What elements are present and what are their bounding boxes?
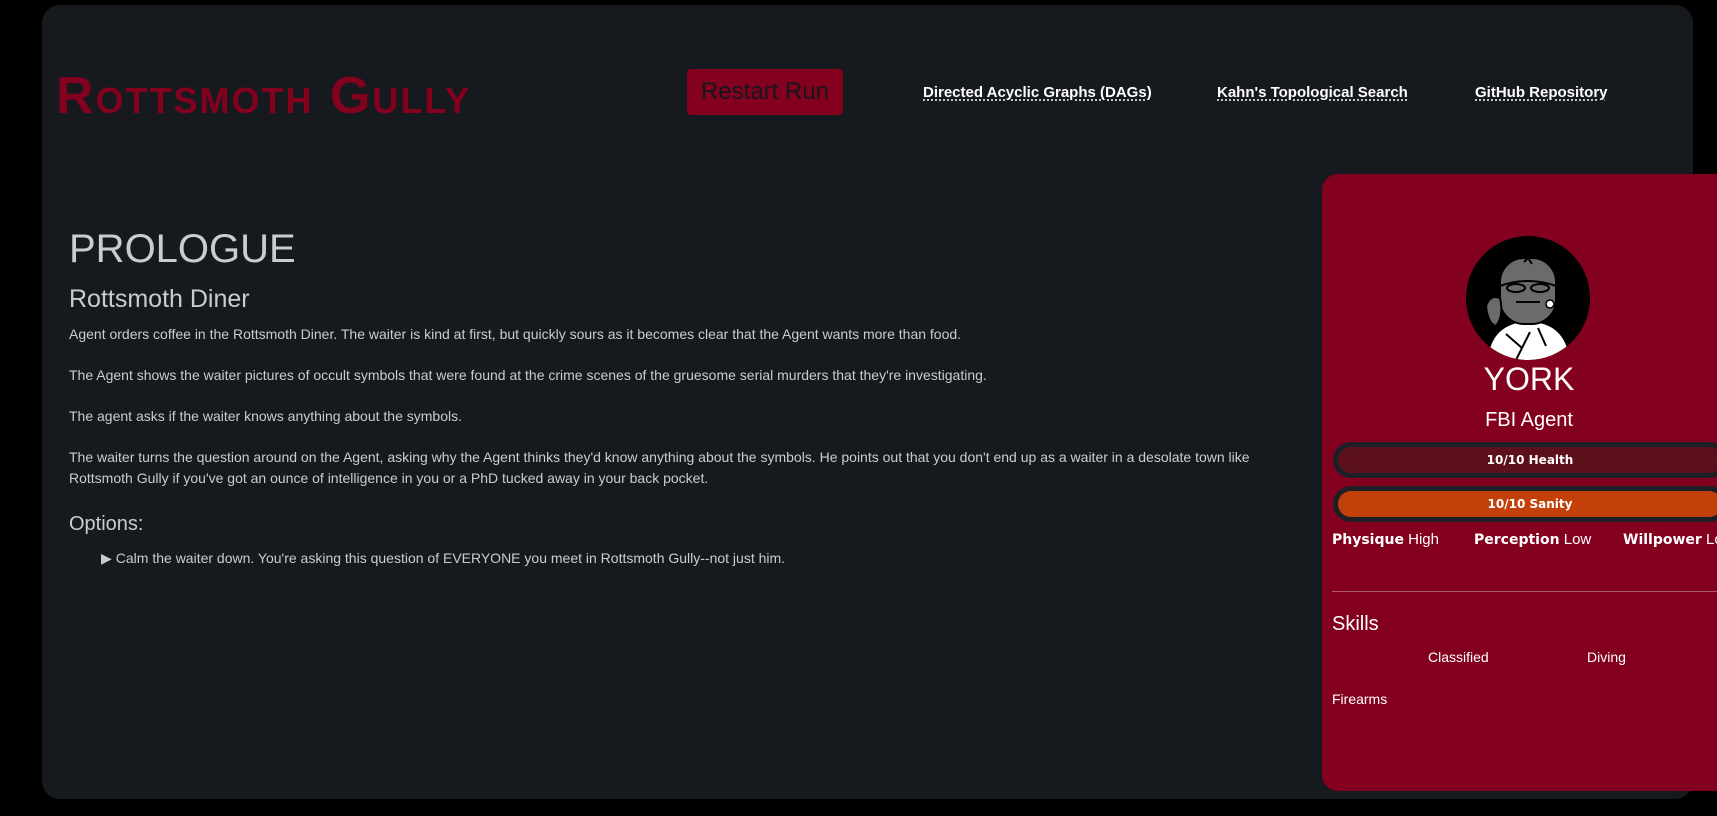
skills-title: Skills (1332, 613, 1379, 635)
health-label: 10/10 Health (1486, 453, 1574, 467)
sanity-label: 10/10 Sanity (1487, 497, 1573, 511)
nav-link-kahns-search[interactable]: Kahn's Topological Search (1217, 84, 1408, 101)
attribute-name: Willpower (1623, 532, 1702, 548)
story-paragraph: Agent orders coffee in the Rottsmoth Din… (69, 326, 962, 342)
character-name: YORK (1483, 361, 1575, 397)
location-title: Rottsmoth Diner (69, 285, 250, 313)
portrait-drawing (1466, 236, 1590, 360)
restart-run-button[interactable]: Restart Run (687, 69, 843, 115)
health-meter: 10/10 Health (1333, 442, 1717, 478)
story-paragraph: The agent asks if the waiter knows anyth… (69, 408, 462, 424)
chapter-title: PROLOGUE (69, 227, 296, 271)
play-arrow-icon: ▶ (101, 550, 112, 566)
option-text: Calm the waiter down. You're asking this… (115, 550, 786, 566)
attribute-name: Physique (1332, 532, 1404, 548)
nav-link-github[interactable]: GitHub Repository (1475, 84, 1608, 101)
option-item[interactable]: ▶ Calm the waiter down. You're asking thi… (101, 548, 1299, 568)
app-window: Rottsmoth Gully Restart Run Directed Acy… (42, 5, 1717, 799)
attribute-willpower: Willpower Low (1623, 531, 1717, 548)
divider (1332, 591, 1717, 592)
agent-portrait-icon (1466, 236, 1590, 360)
character-card: YORK FBI Agent 10/10 Health 10/10 Sanity… (1322, 174, 1717, 791)
sanity-meter: 10/10 Sanity (1333, 486, 1717, 522)
attribute-value: High (1408, 531, 1439, 548)
brand-title: Rottsmoth Gully (56, 67, 472, 125)
nav-link-dags[interactable]: Directed Acyclic Graphs (DAGs) (923, 84, 1152, 101)
attribute-physique: Physique High (1332, 531, 1439, 548)
attribute-perception: Perception Low (1474, 531, 1591, 548)
story-paragraph: The waiter turns the question around on … (69, 449, 1250, 486)
skill-item: Classified (1428, 649, 1489, 665)
skill-item: Firearms (1332, 691, 1388, 707)
options-title: Options: (69, 513, 144, 535)
character-role: FBI Agent (1485, 409, 1573, 431)
attribute-name: Perception (1474, 532, 1560, 548)
story-paragraph: The Agent shows the waiter pictures of o… (69, 367, 987, 383)
story-panel: PROLOGUE Rottsmoth Diner Agent orders co… (69, 229, 1299, 568)
attribute-value: Low (1705, 531, 1717, 548)
skill-item: Diving (1587, 649, 1626, 665)
attribute-value: Low (1563, 531, 1592, 548)
options-list: ▶ Calm the waiter down. You're asking thi… (69, 548, 1299, 568)
